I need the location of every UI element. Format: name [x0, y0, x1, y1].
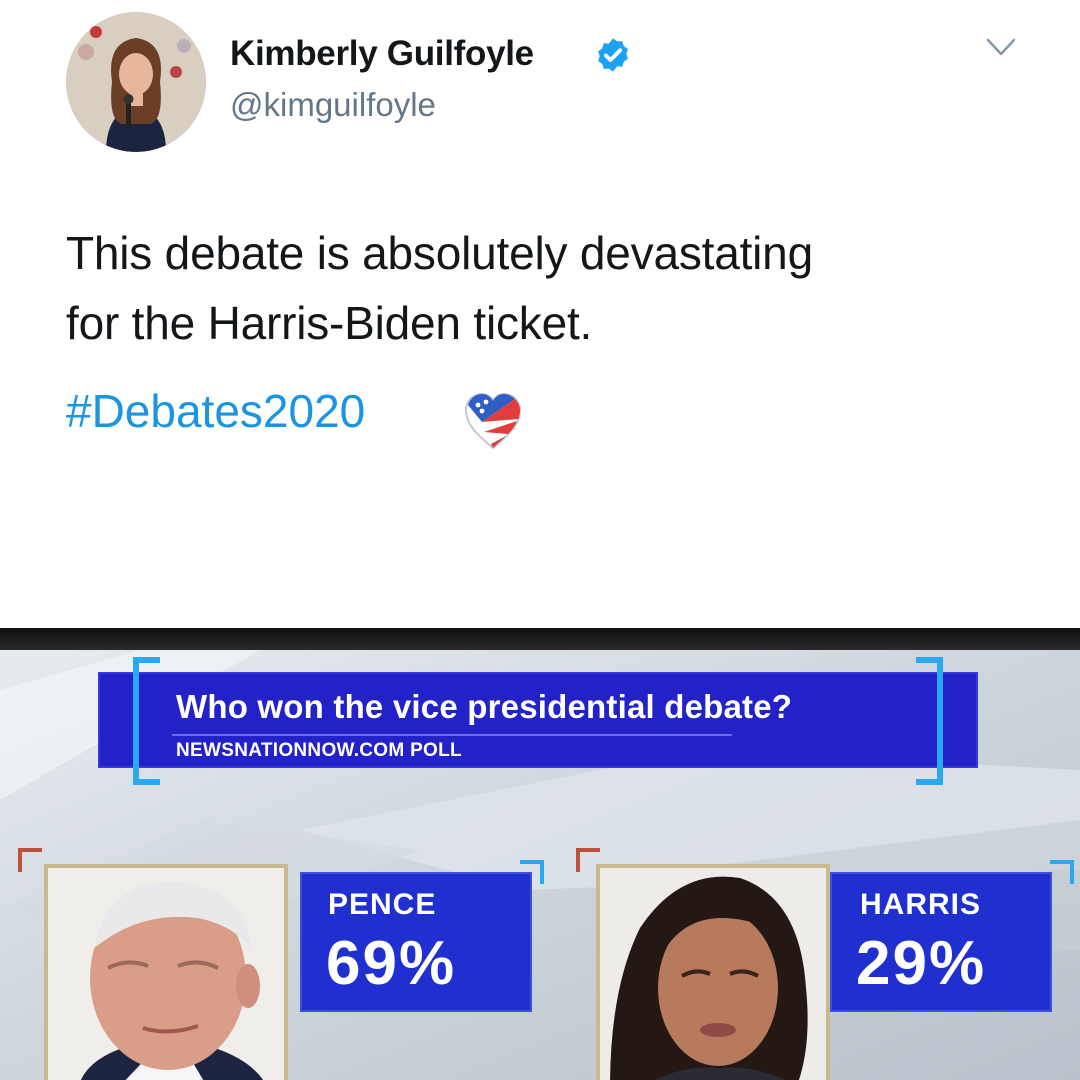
heart-flag-icon	[464, 392, 522, 450]
harris-photo	[596, 864, 830, 1080]
harris-portrait	[600, 868, 826, 1080]
tv-screenshot: Who won the vice presidential debate? NE…	[0, 628, 1080, 1080]
left-bracket-accent	[133, 657, 160, 785]
candidate-name: PENCE	[328, 888, 437, 921]
poll-question: Who won the vice presidential debate?	[176, 688, 793, 725]
verified-badge-icon	[598, 38, 628, 72]
pence-photo	[44, 864, 288, 1080]
corner-accent	[18, 848, 42, 872]
tweet-card: Kimberly Guilfoyle @kimguilfoyle This de…	[0, 0, 1080, 628]
display-name[interactable]: Kimberly Guilfoyle	[230, 34, 534, 74]
candidate-percent: 29%	[856, 929, 987, 998]
candidate-percent: 69%	[326, 929, 457, 998]
avatar-photo	[66, 12, 206, 152]
pence-score-box: PENCE 69%	[300, 872, 532, 1012]
tweet-text: This debate is absolutely devastating fo…	[66, 218, 1046, 358]
tweet-text-line: This debate is absolutely devastating	[66, 227, 813, 279]
hashtag-link[interactable]: #Debates2020	[66, 384, 365, 438]
tv-bezel	[0, 628, 1080, 650]
pence-portrait	[48, 868, 284, 1080]
divider	[172, 734, 732, 736]
user-handle[interactable]: @kimguilfoyle	[230, 86, 436, 124]
tweet-text-line: for the Harris-Biden ticket.	[66, 297, 593, 349]
poll-question-panel: Who won the vice presidential debate? NE…	[98, 672, 978, 768]
harris-score-box: HARRIS 29%	[830, 872, 1052, 1012]
poll-source: NEWSNATIONNOW.COM POLL	[176, 740, 462, 761]
chevron-down-icon[interactable]	[984, 36, 1018, 60]
right-bracket-accent	[916, 657, 943, 785]
candidate-name: HARRIS	[860, 888, 982, 921]
avatar[interactable]	[66, 12, 206, 152]
